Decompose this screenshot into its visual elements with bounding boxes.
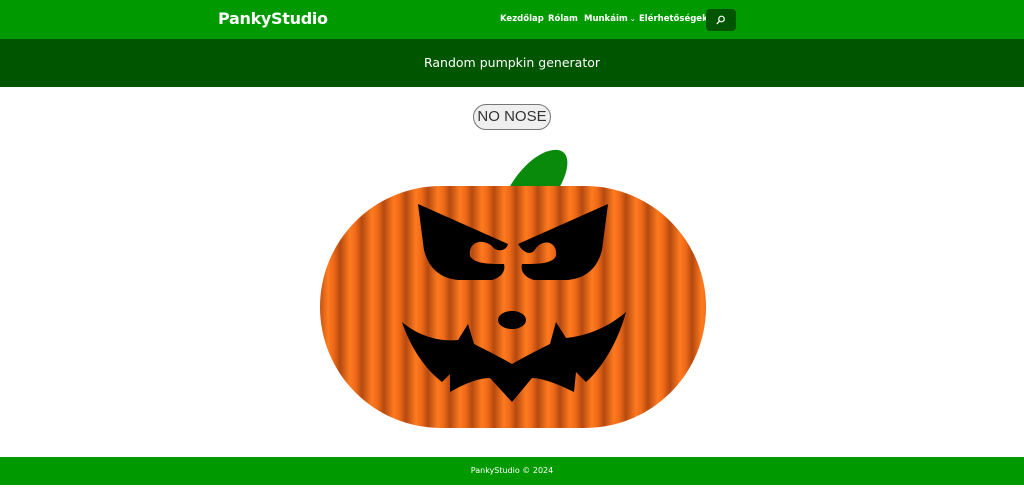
search-button[interactable] [706,9,736,31]
footer-copyright: PankyStudio © 2024 [470,466,554,475]
pumpkin-nose [498,311,526,329]
pumpkin-stem [508,149,568,190]
page-title: Random pumpkin generator [423,55,601,70]
nav-item-about[interactable]: Rólam [548,14,578,24]
main-nav: Kezdőlap Rólam Munkáim ⌄ Elérhetőségek [0,14,1024,28]
nav-item-works-label: Munkáim [584,14,628,24]
search-icon [716,15,725,25]
top-navbar: PankyStudio Kezdőlap Rólam Munkáim ⌄ Elér… [0,0,1024,39]
nav-item-contact[interactable]: Elérhetőségek [639,14,708,24]
pumpkin-illustration [320,149,706,428]
pumpkin-canvas [0,140,1024,440]
nav-item-works[interactable]: Munkáim ⌄ [584,14,636,24]
page-title-bar: Random pumpkin generator [0,39,1024,87]
page-footer: PankyStudio © 2024 [0,457,1024,485]
nav-item-home[interactable]: Kezdőlap [500,14,544,24]
chevron-down-icon: ⌄ [629,15,636,23]
no-nose-button[interactable]: NO NOSE [473,104,551,130]
